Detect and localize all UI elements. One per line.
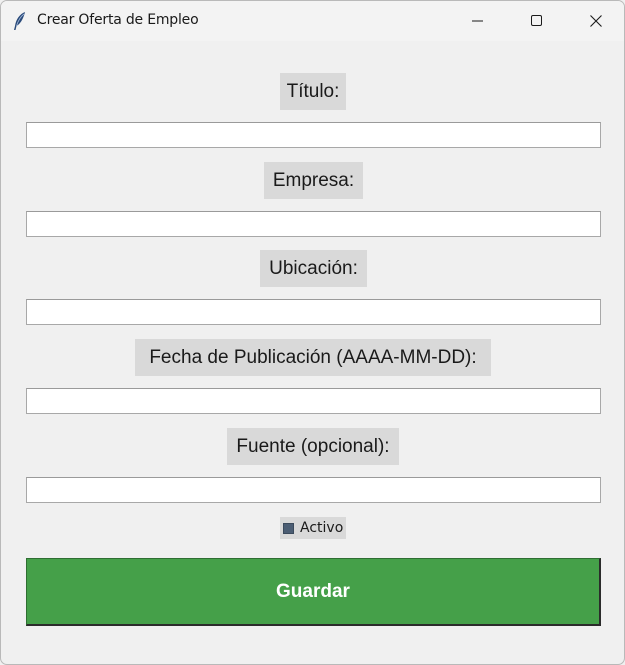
empresa-input[interactable] xyxy=(26,211,601,237)
maximize-icon xyxy=(531,15,543,27)
checkbox-indicator[interactable] xyxy=(283,522,294,534)
ubicacion-input[interactable] xyxy=(26,299,601,325)
minimize-icon xyxy=(472,15,484,27)
activo-label: Activo xyxy=(300,520,344,536)
minimize-button[interactable] xyxy=(449,1,507,41)
titulo-label: Título: xyxy=(280,73,346,110)
save-button[interactable]: Guardar xyxy=(26,558,601,626)
fecha-input[interactable] xyxy=(26,388,601,414)
fecha-label: Fecha de Publicación (AAAA-MM-DD): xyxy=(135,339,491,376)
app-window: Crear Oferta de Empleo Título: Empresa: … xyxy=(0,0,625,665)
window-title: Crear Oferta de Empleo xyxy=(37,12,199,28)
feather-icon xyxy=(12,11,28,31)
activo-checkbox[interactable]: Activo xyxy=(280,517,346,539)
titulo-input[interactable] xyxy=(26,122,601,148)
title-bar[interactable]: Crear Oferta de Empleo xyxy=(1,1,624,41)
ubicacion-label: Ubicación: xyxy=(260,250,367,287)
fuente-input[interactable] xyxy=(26,477,601,503)
fuente-label: Fuente (opcional): xyxy=(227,428,399,465)
close-icon xyxy=(590,15,602,27)
close-button[interactable] xyxy=(567,1,624,41)
empresa-label: Empresa: xyxy=(264,162,363,199)
maximize-button[interactable] xyxy=(508,1,566,41)
